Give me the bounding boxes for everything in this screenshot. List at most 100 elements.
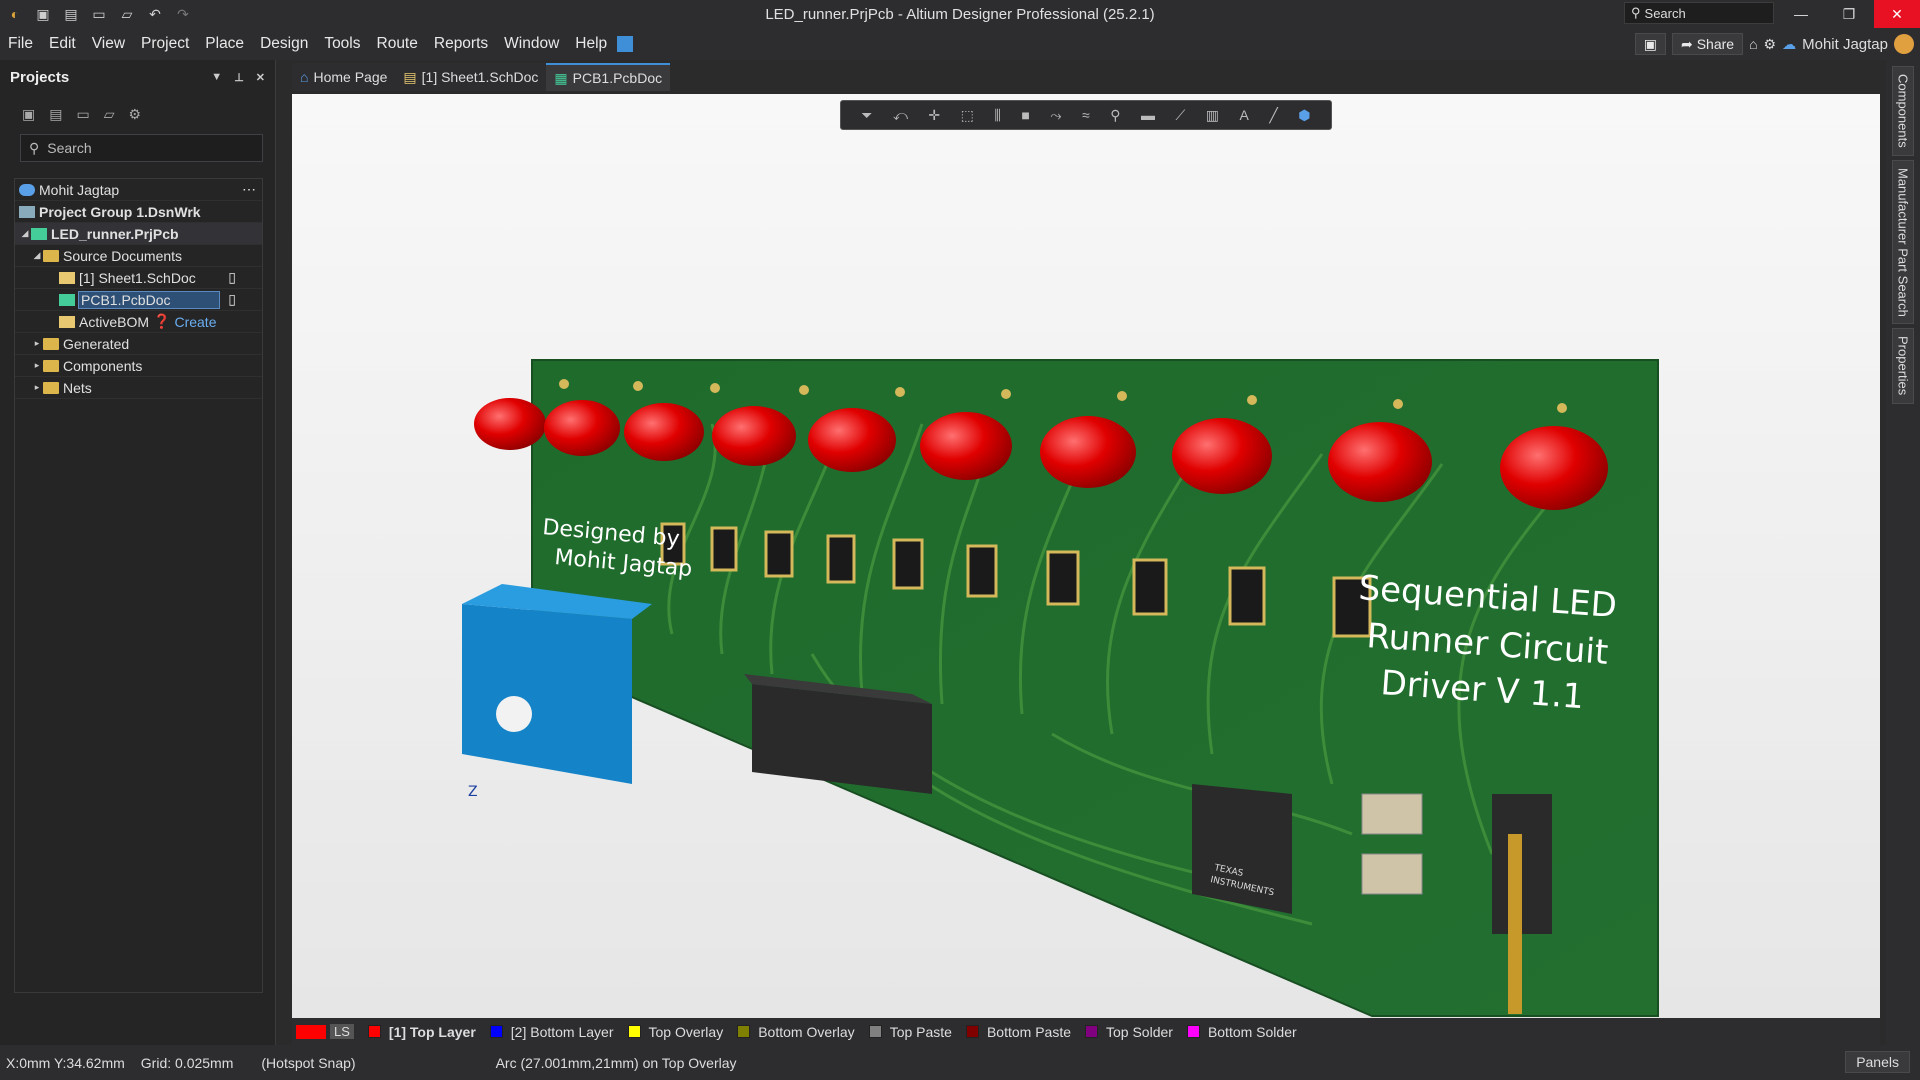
open-folder-icon[interactable]: ▭	[76, 106, 89, 123]
tab-manufacturer-part-search[interactable]: Manufacturer Part Search	[1892, 160, 1914, 324]
gear-icon[interactable]: ⚙	[1764, 36, 1777, 53]
altium-logo-icon[interactable]: ◐	[4, 3, 26, 25]
menu-place[interactable]: Place	[197, 28, 252, 60]
potentiometer[interactable]	[462, 584, 652, 784]
layer-tab-bottom-layer[interactable]: [2] Bottom Layer	[489, 1024, 614, 1040]
projects-panel: Projects ▼ ⊥ ✕ ▣ ▤ ▭ ▱ ⚙ ⚲ Search Mohit Jag…	[0, 60, 276, 1045]
run-script-icon[interactable]	[617, 36, 634, 52]
filter-icon[interactable]: ⏷	[861, 107, 872, 124]
close-icon[interactable]: ✕	[256, 71, 265, 84]
timer-ic[interactable]	[1192, 784, 1292, 914]
tab-sheet1[interactable]: ▤ [1] Sheet1.SchDoc	[395, 63, 547, 91]
panel-menu-icon[interactable]: ▼	[211, 71, 222, 84]
menu-route[interactable]: Route	[369, 28, 426, 60]
axis-indicator: Z	[468, 784, 478, 800]
expand-icon[interactable]: ▸	[31, 382, 43, 393]
select-icon[interactable]: ⬚	[961, 107, 974, 124]
collapse-icon[interactable]: ◢	[31, 250, 43, 261]
text-icon[interactable]: A	[1240, 107, 1249, 123]
avatar[interactable]	[1894, 34, 1914, 54]
expand-icon[interactable]: ▸	[31, 338, 43, 349]
expand-icon[interactable]: ▸	[31, 360, 43, 371]
interactive-route-icon[interactable]: ⤳	[1050, 107, 1061, 124]
pin-icon[interactable]: ⊥	[234, 71, 244, 84]
open-icon[interactable]: ▭	[88, 3, 110, 25]
menu-design[interactable]: Design	[252, 28, 316, 60]
menu-project[interactable]: Project	[133, 28, 197, 60]
save-all-icon[interactable]: ▤	[49, 106, 62, 123]
menu-help[interactable]: Help	[567, 28, 615, 60]
schematic-icon	[59, 271, 75, 284]
gear-icon[interactable]: ⚙	[128, 106, 141, 123]
layer-tab-bottom-solder[interactable]: Bottom Solder	[1186, 1024, 1297, 1040]
layer-tab-top-overlay[interactable]: Top Overlay	[627, 1024, 723, 1040]
route-icon[interactable]: ⤺	[893, 107, 908, 124]
tree-user[interactable]: Mohit Jagtap ⋯	[15, 179, 262, 201]
menu-bar: File Edit View Project Place Design Tool…	[0, 28, 1920, 60]
panels-button[interactable]: Panels	[1845, 1051, 1910, 1073]
menu-window[interactable]: Window	[496, 28, 567, 60]
tree-components[interactable]: ▸ Components	[15, 355, 262, 377]
tab-properties-panel[interactable]: Properties	[1892, 328, 1914, 404]
snap-mode: (Hotspot Snap)	[261, 1054, 356, 1071]
layer-tab-bottom-paste[interactable]: Bottom Paste	[965, 1024, 1071, 1040]
polygon-icon[interactable]: ▬	[1141, 107, 1155, 123]
share-button[interactable]: ➦ Share	[1671, 33, 1744, 55]
tree-project-group[interactable]: Project Group 1.DsnWrk	[15, 201, 262, 223]
tree-pcb1[interactable]: PCB1.PcbDoc ▯	[15, 289, 262, 311]
move-icon[interactable]: ✛	[928, 107, 940, 124]
tree-sheet1[interactable]: [1] Sheet1.SchDoc ▯	[15, 267, 262, 289]
3d-body-icon[interactable]: ⬢	[1298, 107, 1310, 124]
menu-edit[interactable]: Edit	[41, 28, 84, 60]
save-icon[interactable]: ▣	[22, 106, 35, 123]
home-icon[interactable]: ⌂	[1749, 36, 1757, 52]
open-project-icon[interactable]: ▱	[116, 3, 138, 25]
save-all-icon[interactable]: ▤	[60, 3, 82, 25]
layer-tab-top-paste[interactable]: Top Paste	[868, 1024, 952, 1040]
collapse-icon[interactable]: ◢	[19, 228, 31, 239]
user-name[interactable]: Mohit Jagtap	[1802, 36, 1888, 53]
save-icon[interactable]: ▣	[32, 3, 54, 25]
layer-tab-top-layer[interactable]: [1] Top Layer	[367, 1024, 476, 1040]
align-icon[interactable]: ⫼	[994, 107, 1000, 124]
global-search[interactable]: ⚲ Search	[1624, 2, 1774, 24]
tree-activebom[interactable]: ActiveBOM ❓ Create	[15, 311, 262, 333]
more-icon[interactable]: ⋯	[242, 181, 256, 198]
layer-set-ls[interactable]: LS	[330, 1024, 354, 1039]
pcb-3d-render[interactable]: Designed by Mohit Jagtap Sequential LED …	[292, 94, 1880, 1018]
dimension-icon[interactable]: ⟋	[1175, 107, 1185, 124]
tree-project[interactable]: ◢ LED_runner.PrjPcb	[15, 223, 262, 245]
minimize-button[interactable]: —	[1778, 0, 1824, 28]
viewport-toolbar: ⏷ ⤺ ✛ ⬚ ⫼ ■ ⤳ ≈ ⚲ ▬ ⟋ ▥ A ╱ ⬢	[840, 100, 1332, 130]
notifications-button[interactable]: ▣	[1634, 33, 1666, 55]
menu-view[interactable]: View	[84, 28, 133, 60]
tab-pcb1[interactable]: ▦ PCB1.PcbDoc	[546, 63, 671, 91]
fill-icon[interactable]: ■	[1021, 107, 1029, 123]
tab-components-panel[interactable]: Components	[1892, 66, 1914, 156]
tree-nets[interactable]: ▸ Nets	[15, 377, 262, 399]
cloud-icon: ☁	[1782, 35, 1797, 52]
line-icon[interactable]: ╱	[1269, 107, 1277, 124]
menu-file[interactable]: File	[0, 28, 41, 60]
layer-tab-bottom-overlay[interactable]: Bottom Overlay	[737, 1024, 855, 1040]
layer-swatch	[965, 1025, 979, 1038]
close-button[interactable]: ✕	[1874, 0, 1920, 28]
layer-tab-top-solder[interactable]: Top Solder	[1085, 1024, 1173, 1040]
menu-tools[interactable]: Tools	[316, 28, 368, 60]
diff-pair-icon[interactable]: ≈	[1082, 107, 1090, 123]
menu-reports[interactable]: Reports	[426, 28, 496, 60]
pcb-3d-viewport[interactable]: Designed by Mohit Jagtap Sequential LED …	[292, 94, 1880, 1018]
chart-icon[interactable]: ▥	[1206, 107, 1219, 124]
undo-icon[interactable]: ↶	[144, 3, 166, 25]
bom-create-link[interactable]: Create	[174, 314, 216, 330]
close-folder-icon[interactable]: ▱	[104, 106, 115, 123]
restore-button[interactable]: ❐	[1826, 0, 1872, 28]
projects-panel-header: Projects ▼ ⊥ ✕	[10, 68, 265, 86]
projects-search-input[interactable]: ⚲ Search	[20, 134, 263, 162]
tree-generated[interactable]: ▸ Generated	[15, 333, 262, 355]
layer-set-color[interactable]	[296, 1024, 326, 1039]
redo-icon[interactable]: ↷	[172, 3, 194, 25]
tree-source-documents[interactable]: ◢ Source Documents	[15, 245, 262, 267]
pad-icon[interactable]: ⚲	[1110, 107, 1120, 124]
tab-home-page[interactable]: ⌂ Home Page	[292, 63, 396, 91]
